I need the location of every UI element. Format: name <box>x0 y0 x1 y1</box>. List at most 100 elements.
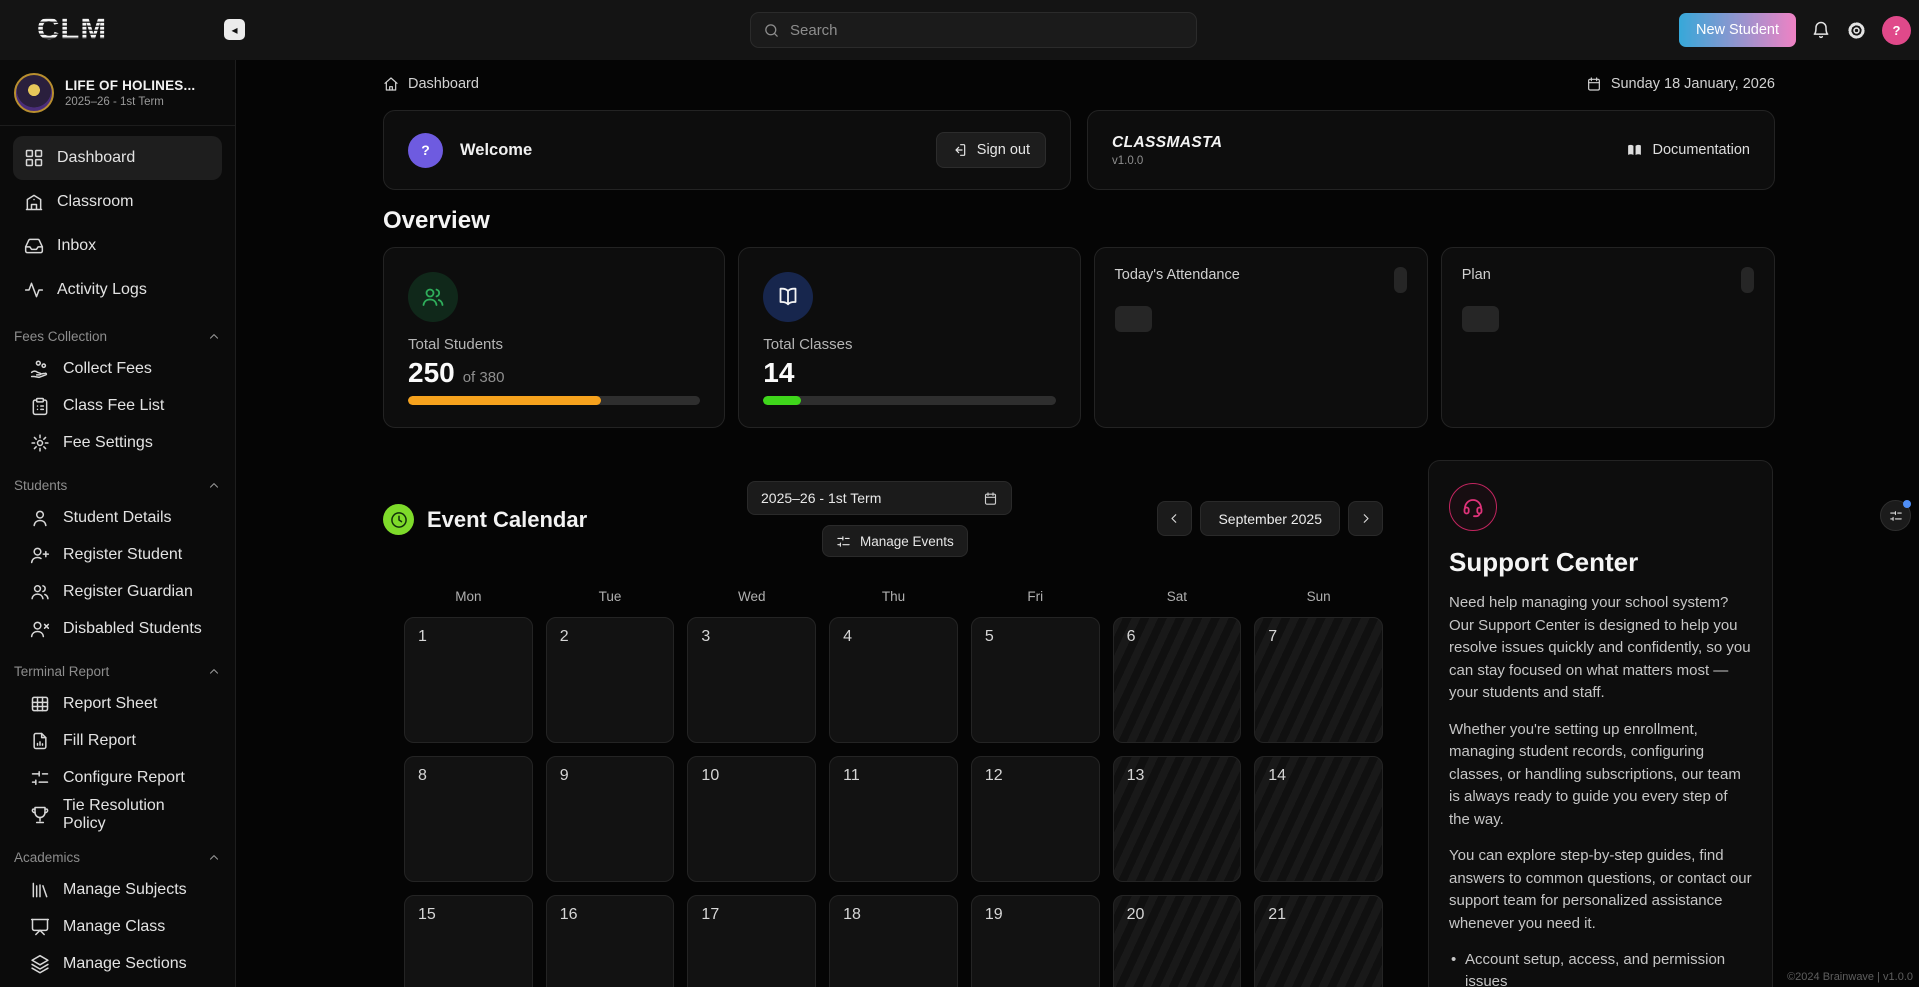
sidebar-item-register-guardian[interactable]: Register Guardian <box>19 573 222 610</box>
new-student-button[interactable]: New Student <box>1679 13 1796 47</box>
school-term: 2025–26 - 1st Term <box>65 96 195 108</box>
sidebar-item-tie-resolution-policy[interactable]: Tie Resolution Policy <box>19 796 222 833</box>
prev-month-button[interactable] <box>1157 501 1192 536</box>
search-input[interactable] <box>790 22 1184 39</box>
term-select-dropdown[interactable]: 2025–26 - 1st Term <box>747 481 1012 515</box>
file-chart-icon <box>30 731 50 751</box>
manage-events-label: Manage Events <box>860 534 954 549</box>
section-header-label: Terminal Report <box>14 664 109 679</box>
calendar-day-cell[interactable]: 10 <box>687 756 816 882</box>
sidebar-item-register-student[interactable]: Register Student <box>19 536 222 573</box>
section-header-terminal-report[interactable]: Terminal Report <box>14 664 221 679</box>
term-select-value: 2025–26 - 1st Term <box>761 490 881 506</box>
gear-icon <box>30 433 50 453</box>
sidebar-item-class-fee-list[interactable]: Class Fee List <box>19 387 222 424</box>
sidebar-item-fee-settings[interactable]: Fee Settings <box>19 424 222 461</box>
calendar-day-number: 15 <box>418 906 436 923</box>
plan-label: Plan <box>1462 267 1491 283</box>
topbar-actions: New Student ? <box>1679 0 1911 60</box>
notifications-button[interactable] <box>1811 20 1831 40</box>
calendar-day-cell[interactable]: 15 <box>404 895 533 987</box>
sidebar-item-configure-report[interactable]: Configure Report <box>19 759 222 796</box>
clipboard-list-icon <box>30 396 50 416</box>
calendar-day-number: 13 <box>1127 767 1145 784</box>
school-header[interactable]: LIFE OF HOLINES... 2025–26 - 1st Term <box>0 60 235 126</box>
calendar-day-cell[interactable]: 2 <box>546 617 675 743</box>
settings-button[interactable] <box>1846 20 1867 41</box>
manage-events-button[interactable]: Manage Events <box>822 525 968 557</box>
sidebar-item-manage-sections[interactable]: Manage Sections <box>19 945 222 982</box>
skeleton-placeholder <box>1115 306 1152 332</box>
sidebar-item-student-details[interactable]: Student Details <box>19 499 222 536</box>
support-paragraph: You can explore step-by-step guides, fin… <box>1449 845 1752 935</box>
calendar-day-cell[interactable]: 7 <box>1254 617 1383 743</box>
sidebar-item-activity-logs[interactable]: Activity Logs <box>13 268 222 312</box>
total-students-of: of 380 <box>463 369 505 386</box>
weekday-label: Sun <box>1254 589 1383 604</box>
current-date: Sunday 18 January, 2026 <box>1586 76 1775 92</box>
calendar-day-cell[interactable]: 9 <box>546 756 675 882</box>
calendar-day-cell[interactable]: 4 <box>829 617 958 743</box>
main-content: Dashboard Sunday 18 January, 2026 ? Welc… <box>237 60 1919 987</box>
sidebar-item-label: Fee Settings <box>63 434 153 452</box>
section-header-academics[interactable]: Academics <box>14 850 221 865</box>
sidebar-item-label: Report Sheet <box>63 695 157 713</box>
calendar-day-cell[interactable]: 13 <box>1113 756 1242 882</box>
sidebar-item-manage-class[interactable]: Manage Class <box>19 908 222 945</box>
next-month-button[interactable] <box>1348 501 1383 536</box>
calendar-day-cell[interactable]: 20 <box>1113 895 1242 987</box>
calendar-day-cell[interactable]: 3 <box>687 617 816 743</box>
calendar-day-cell[interactable]: 16 <box>546 895 675 987</box>
calendar-day-cell[interactable]: 18 <box>829 895 958 987</box>
sidebar-item-report-sheet[interactable]: Report Sheet <box>19 685 222 722</box>
section-header-fees-collection[interactable]: Fees Collection <box>14 329 221 344</box>
app-window: CLM ◂ New Student ? LIFE OF HOLINES... 2… <box>0 0 1919 987</box>
sidebar-item-label: Manage Sections <box>63 955 187 973</box>
support-bullet-list: Account setup, access, and permission is… <box>1449 949 1752 987</box>
app-name: CLASSMASTA <box>1112 134 1223 152</box>
calendar-day-cell[interactable]: 8 <box>404 756 533 882</box>
sign-out-button[interactable]: Sign out <box>936 132 1046 168</box>
calendar-day-number: 18 <box>843 906 861 923</box>
calendar-day-cell[interactable]: 17 <box>687 895 816 987</box>
sidebar-item-dashboard[interactable]: Dashboard <box>13 136 222 180</box>
topbar: CLM ◂ New Student ? <box>0 0 1919 60</box>
headset-icon <box>1461 495 1485 519</box>
calendar-day-cell[interactable]: 1 <box>404 617 533 743</box>
sidebar-item-inbox[interactable]: Inbox <box>13 224 222 268</box>
calendar-day-cell[interactable]: 19 <box>971 895 1100 987</box>
calendar-day-cell[interactable]: 5 <box>971 617 1100 743</box>
calendar-day-cell[interactable]: 14 <box>1254 756 1383 882</box>
calendar-day-cell[interactable]: 11 <box>829 756 958 882</box>
plan-card: Plan <box>1441 247 1775 428</box>
stat-label: Total Classes <box>763 336 1055 353</box>
calendar-day-number: 9 <box>560 767 569 784</box>
classes-progress-fill <box>763 396 801 405</box>
calendar-day-cell[interactable]: 12 <box>971 756 1100 882</box>
section-header-students[interactable]: Students <box>14 478 221 493</box>
user-avatar[interactable]: ? <box>1882 16 1911 45</box>
students-progress-fill <box>408 396 601 405</box>
sidebar-item-manage-subjects[interactable]: Manage Subjects <box>19 871 222 908</box>
app-logo: CLM <box>37 11 107 47</box>
breadcrumb[interactable]: Dashboard <box>383 76 479 92</box>
sliders-icon <box>1889 509 1903 523</box>
calendar-day-number: 17 <box>701 906 719 923</box>
search-bar[interactable] <box>750 12 1197 48</box>
breadcrumb-label: Dashboard <box>408 76 479 92</box>
bell-icon <box>1811 20 1831 40</box>
calendar-day-cell[interactable]: 21 <box>1254 895 1383 987</box>
sliders-icon <box>30 768 50 788</box>
calendar-day-number: 3 <box>701 628 710 645</box>
sidebar-item-disabled-students[interactable]: Disbabled Students <box>19 610 222 647</box>
users-icon <box>30 582 50 602</box>
sidebar-item-classroom[interactable]: Classroom <box>13 180 222 224</box>
quick-settings-floating-button[interactable] <box>1880 500 1911 531</box>
sidebar-collapse-button[interactable]: ◂ <box>224 19 245 40</box>
calendar-day-cell[interactable]: 6 <box>1113 617 1242 743</box>
sidebar-item-fill-report[interactable]: Fill Report <box>19 722 222 759</box>
sidebar-item-collect-fees[interactable]: Collect Fees <box>19 350 222 387</box>
current-month-button[interactable]: September 2025 <box>1200 501 1340 536</box>
weekday-header-row: MonTueWedThuFriSatSun <box>404 589 1383 604</box>
documentation-link[interactable]: Documentation <box>1626 142 1750 159</box>
